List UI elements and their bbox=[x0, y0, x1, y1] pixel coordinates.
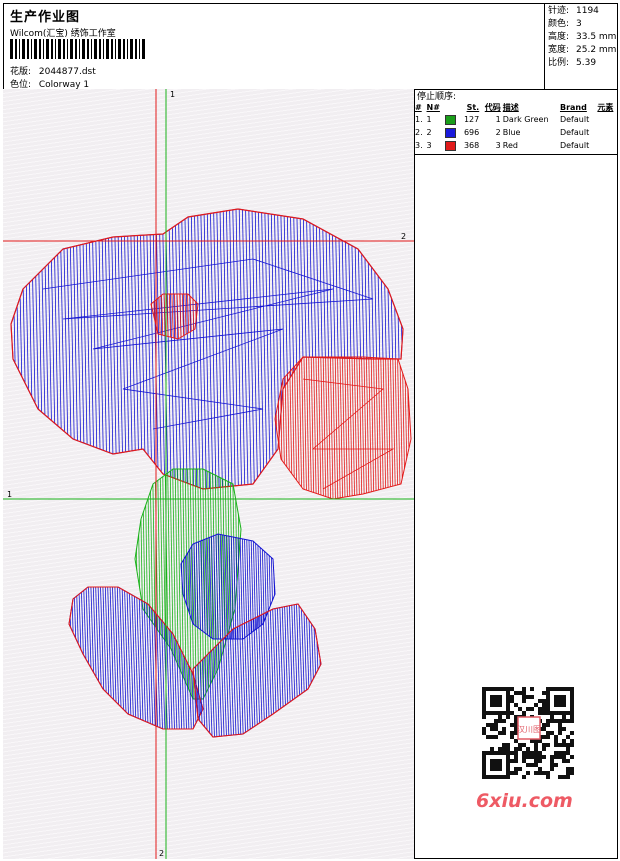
header-panel: 生产作业图 Wilcom(汇宝) 绣饰工作室 花版: 2044877.dst 色… bbox=[3, 3, 618, 90]
col-index: # bbox=[415, 102, 422, 112]
design-label: 花版: bbox=[10, 67, 32, 77]
svg-text:汉川图: 汉川图 bbox=[517, 725, 541, 734]
design-row: 花版: 2044877.dst bbox=[10, 64, 96, 77]
color-swatch bbox=[444, 140, 456, 151]
studio-name: Wilcom(汇宝) 绣饰工作室 bbox=[10, 29, 116, 39]
col-code: 代码 bbox=[484, 102, 501, 112]
table-row[interactable]: 2. 2 696 2 Blue Default bbox=[414, 126, 618, 139]
thread-table: # N# St. 代码 描述 Brand 元素 1. 1 127 1 Dark Gr… bbox=[414, 101, 618, 152]
design-value: 2044877.dst bbox=[38, 67, 96, 77]
qr-code: 汉川图 bbox=[470, 683, 585, 783]
col-stitches: St. bbox=[466, 102, 480, 112]
col-brand: Brand bbox=[559, 102, 587, 112]
design-canvas[interactable]: 1 2 1 2 bbox=[3, 89, 415, 859]
stat-stitches: 针迹: 1194 bbox=[548, 6, 599, 16]
header-divider bbox=[544, 3, 545, 89]
stat-scale: 比例: 5.39 bbox=[548, 58, 597, 68]
stat-colors: 颜色: 3 bbox=[548, 19, 582, 29]
watermark-text: 6xiu.com bbox=[476, 790, 573, 812]
col-element: 元素 bbox=[597, 102, 614, 112]
stat-height: 高度: 33.5 mm bbox=[548, 32, 617, 42]
color-swatch bbox=[444, 127, 456, 138]
guide-label-v1: 1 bbox=[170, 90, 175, 99]
barcode bbox=[10, 39, 145, 59]
guide-label-v2: 2 bbox=[159, 849, 164, 858]
table-row[interactable]: 1. 1 127 1 Dark Green Default bbox=[414, 113, 618, 126]
thread-table-header: # N# St. 代码 描述 Brand 元素 bbox=[414, 101, 618, 113]
stats-panel: 针迹: 1194 颜色: 3 高度: 33.5 mm 宽度: 25.2 mm 比例: 5.… bbox=[548, 5, 616, 70]
page-title: 生产作业图 bbox=[10, 10, 81, 25]
col-n: N# bbox=[426, 102, 440, 112]
guide-label-h2: 2 bbox=[401, 232, 406, 241]
color-swatch bbox=[444, 114, 456, 125]
table-divider bbox=[414, 154, 618, 155]
guide-label-h1: 1 bbox=[7, 490, 12, 499]
col-description: 描述 bbox=[502, 102, 519, 112]
stat-width: 宽度: 25.2 mm bbox=[548, 45, 617, 55]
embroidery-preview: 1 2 1 2 bbox=[3, 89, 414, 859]
table-row[interactable]: 3. 3 368 3 Red Default bbox=[414, 139, 618, 152]
